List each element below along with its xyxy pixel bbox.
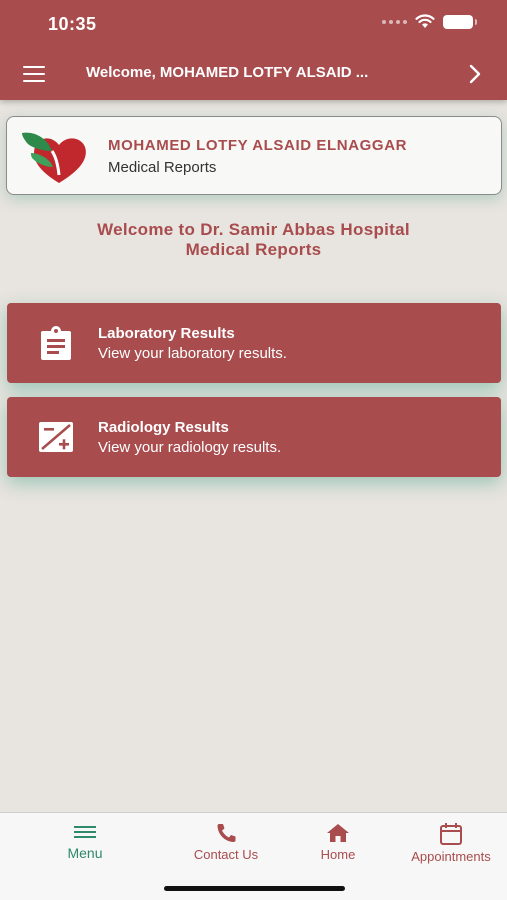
status-time: 10:35 — [48, 14, 97, 34]
home-indicator — [164, 886, 345, 891]
phone-icon — [217, 824, 236, 842]
tab-contact-us-label: Contact Us — [193, 847, 259, 862]
hospital-logo — [22, 132, 86, 183]
tab-home[interactable]: Home — [308, 823, 368, 862]
tab-appointments-label: Appointments — [411, 849, 491, 864]
battery-icon — [443, 14, 477, 29]
laboratory-results-description: View your laboratory results. — [98, 345, 287, 362]
xray-image-icon — [39, 422, 73, 452]
patient-name: MOHAMED LOTFY ALSAID ELNAGGAR — [108, 137, 408, 154]
hamburger-menu-button[interactable] — [23, 66, 45, 82]
signal-icon — [382, 19, 407, 24]
tab-menu-label: Menu — [67, 845, 103, 861]
chevron-right-icon[interactable] — [465, 64, 485, 84]
tab-appointments[interactable]: Appointments — [398, 823, 504, 864]
laboratory-results-card[interactable]: Laboratory Results View your laboratory … — [7, 303, 501, 383]
radiology-results-card[interactable]: Radiology Results View your radiology re… — [7, 397, 501, 477]
profile-subtitle: Medical Reports — [108, 159, 217, 176]
tab-home-label: Home — [320, 847, 356, 862]
wifi-icon — [415, 14, 435, 28]
welcome-line-1: Welcome to Dr. Samir Abbas Hospital — [97, 220, 410, 239]
welcome-heading: Welcome to Dr. Samir Abbas Hospital Medi… — [0, 220, 507, 260]
tab-menu[interactable]: Menu — [50, 823, 120, 861]
laboratory-results-title: Laboratory Results — [98, 325, 235, 342]
status-icons — [382, 14, 477, 29]
app-header: 10:35 Welcome, MOHAMED LOTFY ALSAID ... — [0, 0, 507, 100]
tab-contact-us[interactable]: Contact Us — [180, 823, 272, 862]
radiology-results-title: Radiology Results — [98, 419, 229, 436]
clipboard-icon — [41, 326, 71, 360]
nav-title: Welcome, MOHAMED LOTFY ALSAID ... — [86, 64, 369, 81]
radiology-results-description: View your radiology results. — [98, 439, 282, 456]
calendar-icon — [440, 823, 462, 845]
menu-icon — [74, 826, 96, 838]
welcome-line-2: Medical Reports — [185, 240, 322, 259]
profile-card: MOHAMED LOTFY ALSAID ELNAGGAR Medical Re… — [6, 116, 502, 195]
home-icon — [327, 824, 349, 842]
